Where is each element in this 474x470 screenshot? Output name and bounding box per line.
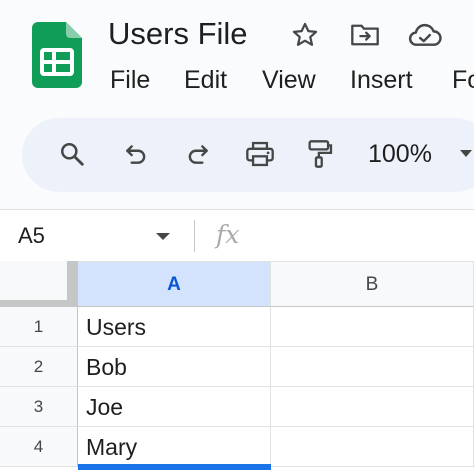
paint-format-icon[interactable] [302,136,338,172]
star-icon[interactable] [288,18,322,52]
menu-bar: File Edit View Insert Fo [0,62,474,98]
zoom-select[interactable]: 100% [368,136,432,172]
document-title[interactable]: Users File [108,14,248,54]
cell-a4[interactable]: Mary [78,427,271,467]
cell-b4[interactable] [271,427,474,467]
name-box-chevron-down-icon[interactable] [156,233,170,240]
column-header-b[interactable]: B [271,261,474,307]
selected-cell-outline [78,464,271,470]
move-to-folder-icon[interactable] [348,18,382,52]
cell-b1[interactable] [271,307,474,347]
cell-b2[interactable] [271,347,474,387]
table-row: 2 Bob [0,347,474,387]
menu-view[interactable]: View [262,62,316,98]
select-all-corner[interactable] [0,261,78,307]
menu-edit[interactable]: Edit [184,62,227,98]
fx-icon: fx [216,220,240,249]
cell-a3[interactable]: Joe [78,387,271,427]
search-icon[interactable] [54,136,90,172]
cell-a1[interactable]: Users [78,307,271,347]
table-row: 4 Mary [0,427,474,467]
row-header[interactable]: 2 [0,347,78,387]
table-row: 3 Joe [0,387,474,427]
row-header[interactable]: 1 [0,307,78,347]
formula-bar: A5 fx [0,209,474,262]
name-box[interactable]: A5 [18,220,45,252]
cell-b3[interactable] [271,387,474,427]
menu-file[interactable]: File [110,62,150,98]
toolbar: 100% [22,118,474,192]
row-header[interactable]: 3 [0,387,78,427]
cell-a2[interactable]: Bob [78,347,271,387]
formula-bar-divider [194,220,195,252]
column-header-a[interactable]: A [78,261,271,307]
undo-icon[interactable] [118,136,154,172]
menu-insert[interactable]: Insert [350,62,413,98]
row-header[interactable]: 4 [0,427,78,467]
print-icon[interactable] [242,136,278,172]
redo-icon[interactable] [180,136,216,172]
table-row: 1 Users [0,307,474,347]
cloud-saved-icon[interactable] [408,18,442,52]
menu-format[interactable]: Fo [452,62,474,98]
zoom-chevron-down-icon[interactable] [460,150,472,157]
spreadsheet-grid: A B 1 Users 2 Bob 3 Joe 4 Mary [0,261,474,470]
